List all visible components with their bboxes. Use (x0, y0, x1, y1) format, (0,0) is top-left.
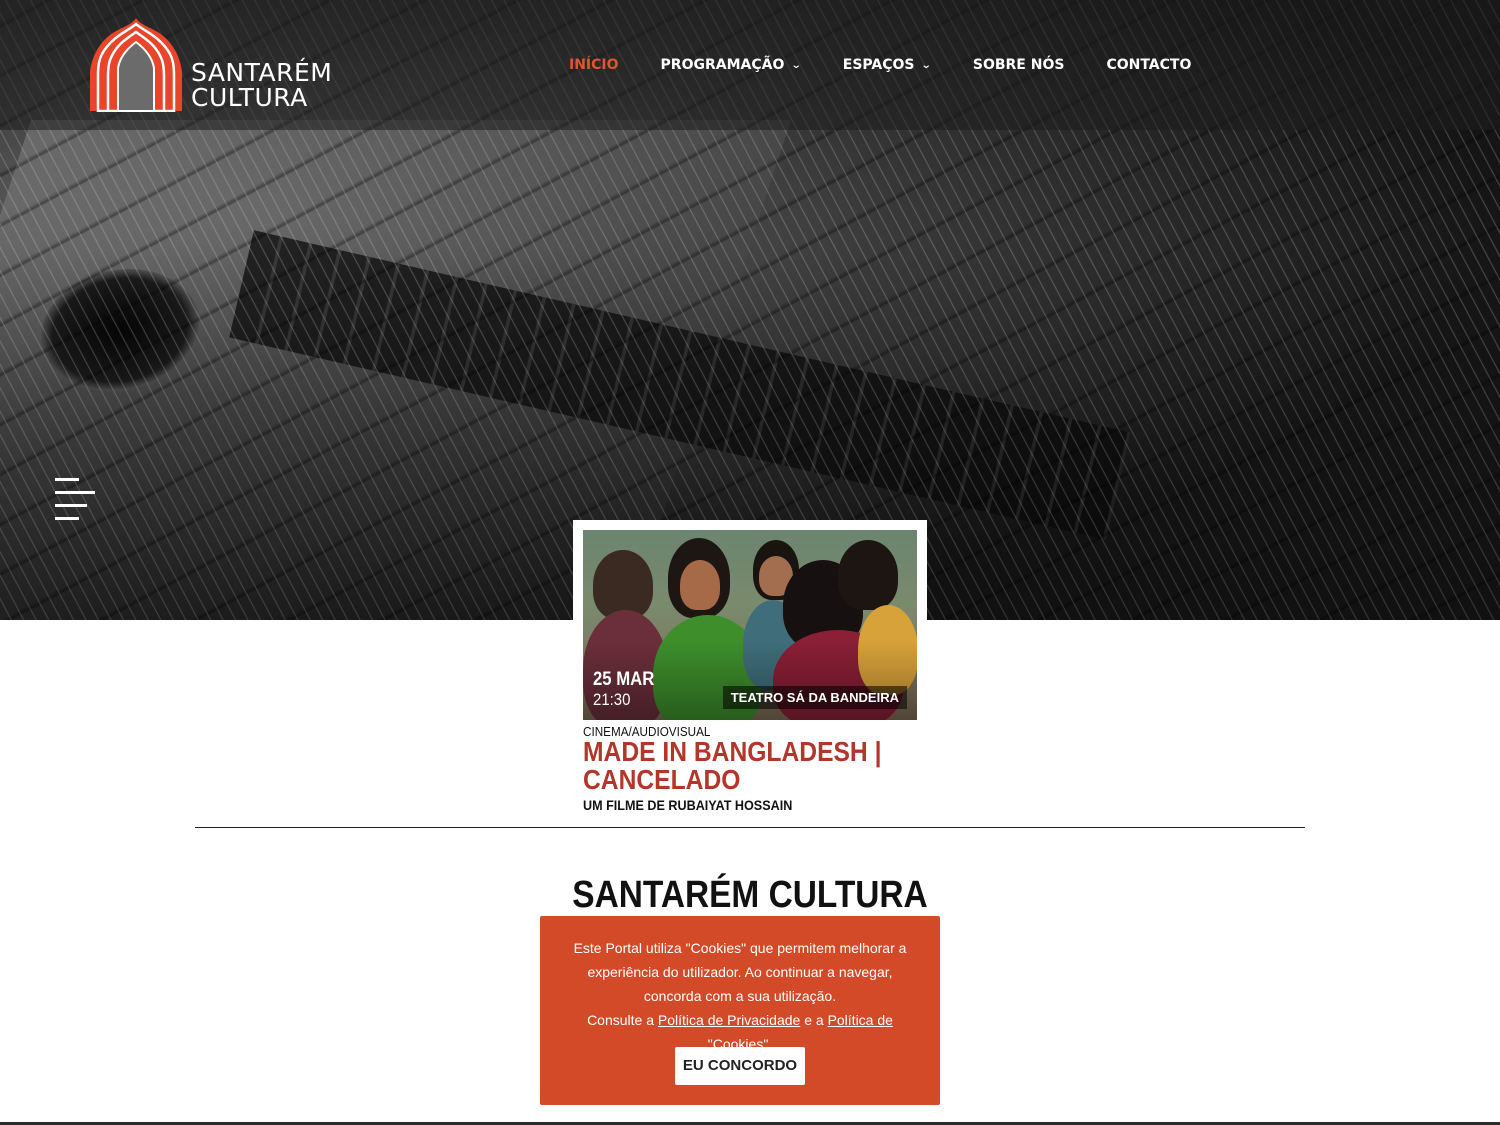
logo-wordmark: SANTARÉM CULTURA (191, 60, 332, 110)
cookie-consult-middle: e a (800, 1012, 828, 1028)
event-time: 21:30 (593, 690, 631, 709)
nav-item-label: ESPAÇOS (842, 57, 915, 73)
nav-item-label: INÍCIO (569, 57, 619, 73)
nav-item-espacos[interactable]: ESPAÇOS ⌄ (842, 54, 933, 76)
event-subtitle: UM FILME DE RUBAIYAT HOSSAIN (583, 797, 793, 813)
cookie-consent-banner: Este Portal utiliza "Cookies" que permit… (540, 916, 940, 1105)
site-logo[interactable]: SANTARÉM CULTURA (88, 16, 338, 116)
nav-item-inicio[interactable]: INÍCIO (569, 54, 619, 76)
cookie-message-text: Este Portal utiliza "Cookies" que permit… (573, 940, 907, 1004)
logo-line1: SANTARÉM (191, 58, 333, 87)
cookie-message: Este Portal utiliza "Cookies" que permit… (558, 936, 922, 1056)
event-card[interactable]: 25 MAR 21:30 TEATRO SÁ DA BANDEIRA (573, 520, 927, 730)
event-datetime: 25 MAR 21:30 (593, 670, 663, 710)
privacy-policy-link[interactable]: Política de Privacidade (658, 1012, 800, 1028)
cookie-consult-prefix: Consulte a (587, 1012, 658, 1028)
event-date: 25 MAR (593, 669, 655, 690)
nav-item-contacto[interactable]: CONTACTO (1106, 54, 1191, 76)
nav-item-label: SOBRE NÓS (972, 57, 1065, 73)
event-title[interactable]: MADE IN BANGLADESH | CANCELADO (583, 738, 900, 794)
logo-line2: CULTURA (191, 83, 308, 112)
section-title: SANTARÉM CULTURA (572, 874, 928, 916)
main-nav: INÍCIO PROGRAMAÇÃO ⌄ ESPAÇOS ⌄ SOBRE NÓS… (569, 54, 1233, 76)
chevron-down-icon: ⌄ (791, 59, 803, 71)
nav-item-sobre-nos[interactable]: SOBRE NÓS (973, 54, 1065, 76)
section-divider (195, 827, 1305, 828)
event-venue-badge: TEATRO SÁ DA BANDEIRA (722, 686, 907, 709)
hamburger-menu-icon[interactable] (55, 478, 95, 520)
accept-cookies-button[interactable]: EU CONCORDO (675, 1047, 805, 1085)
nav-item-programacao[interactable]: PROGRAMAÇÃO ⌄ (660, 54, 803, 76)
nav-item-label: CONTACTO (1106, 57, 1192, 73)
site-header: SANTARÉM CULTURA INÍCIO PROGRAMAÇÃO ⌄ ES… (0, 0, 1500, 130)
chevron-down-icon: ⌄ (921, 59, 933, 71)
nav-item-label: PROGRAMAÇÃO (660, 57, 785, 73)
logo-arch-icon (90, 18, 182, 112)
event-image[interactable]: 25 MAR 21:30 TEATRO SÁ DA BANDEIRA (583, 530, 917, 720)
